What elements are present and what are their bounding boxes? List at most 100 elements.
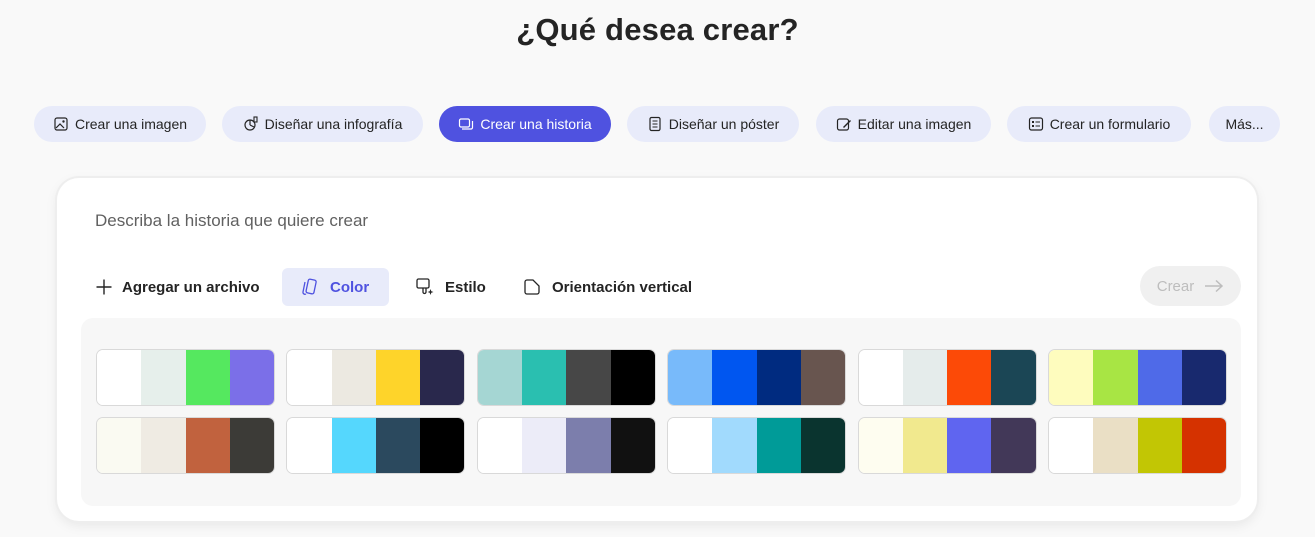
poster-icon xyxy=(647,116,663,132)
chip-editar-imagen[interactable]: Editar una imagen xyxy=(816,106,991,142)
style-label: Estilo xyxy=(445,278,486,296)
orientation-label: Orientación vertical xyxy=(552,278,693,296)
color-palette-swatch[interactable] xyxy=(858,350,1036,405)
palette-color xyxy=(1093,418,1138,473)
form-icon xyxy=(1028,116,1044,132)
chip-disenar-poster[interactable]: Diseñar un póster xyxy=(627,106,799,142)
chip-label: Crear un formulario xyxy=(1049,116,1171,132)
prompt-input[interactable]: Describa la historia que quiere crear xyxy=(95,211,368,231)
palette-color xyxy=(712,350,757,405)
palette-color xyxy=(858,418,903,473)
palette-color xyxy=(610,350,655,405)
palette-color xyxy=(991,418,1036,473)
palette-color xyxy=(331,418,376,473)
palette-color xyxy=(1049,418,1094,473)
palette-color xyxy=(610,418,655,473)
color-palette-grid xyxy=(81,318,1241,506)
plus-icon xyxy=(95,278,113,296)
palette-color xyxy=(477,350,523,405)
palette-color xyxy=(712,418,757,473)
chip-crear-formulario[interactable]: Crear un formulario xyxy=(1007,106,1191,142)
color-palette-swatch[interactable] xyxy=(477,418,655,473)
palette-color xyxy=(858,350,903,405)
palette-color xyxy=(522,418,567,473)
chip-crear-imagen[interactable]: Crear una imagen xyxy=(34,106,206,142)
style-icon xyxy=(415,277,435,297)
create-button[interactable]: Crear xyxy=(1140,266,1241,306)
color-label: Color xyxy=(330,278,370,296)
palette-color xyxy=(1181,350,1226,405)
palette-color xyxy=(420,350,465,405)
color-palette-swatch[interactable] xyxy=(287,418,465,473)
palette-color xyxy=(185,350,230,405)
color-palette-swatch[interactable] xyxy=(1049,350,1226,405)
color-palette-swatch[interactable] xyxy=(858,418,1036,473)
palette-color xyxy=(756,418,801,473)
add-file-button[interactable]: Agregar un archivo xyxy=(95,268,260,306)
palette-icon xyxy=(300,277,320,297)
style-button[interactable]: Estilo xyxy=(415,268,486,306)
palette-color xyxy=(229,350,274,405)
palette-color xyxy=(287,350,332,405)
color-palette-swatch[interactable] xyxy=(97,350,274,405)
palette-color xyxy=(141,418,186,473)
palette-color xyxy=(287,418,332,473)
palette-color xyxy=(1137,350,1182,405)
palette-color xyxy=(947,350,992,405)
palette-color xyxy=(668,418,713,473)
orientation-button[interactable]: Orientación vertical xyxy=(522,268,692,306)
palette-color xyxy=(97,418,142,473)
palette-color xyxy=(375,350,421,405)
color-button[interactable]: Color xyxy=(282,268,389,306)
palette-color xyxy=(331,350,376,405)
page-title: ¿Qué desea crear? xyxy=(516,12,799,47)
palette-color xyxy=(668,350,713,405)
story-icon xyxy=(458,116,474,132)
palette-color xyxy=(420,418,465,473)
palette-color xyxy=(902,350,948,405)
prompt-card: Describa la historia que quiere crear Ag… xyxy=(57,178,1257,521)
palette-color xyxy=(229,418,274,473)
page: ¿Qué desea crear? Crear una imagen Diseñ… xyxy=(0,0,1315,537)
palette-color xyxy=(185,418,230,473)
palette-color xyxy=(141,350,186,405)
image-icon xyxy=(53,116,69,132)
create-label: Crear xyxy=(1156,277,1195,295)
chip-label: Editar una imagen xyxy=(857,116,972,132)
palette-color xyxy=(375,418,421,473)
palette-color xyxy=(97,350,142,405)
chip-label: Diseñar una infografía xyxy=(264,116,403,132)
palette-color xyxy=(1181,418,1226,473)
palette-color xyxy=(522,350,567,405)
palette-color xyxy=(800,418,846,473)
palette-color xyxy=(800,350,846,405)
color-palette-swatch[interactable] xyxy=(668,350,846,405)
arrow-right-icon xyxy=(1204,279,1224,293)
palette-color xyxy=(566,350,611,405)
color-palette-swatch[interactable] xyxy=(97,418,274,473)
palette-color xyxy=(477,418,523,473)
palette-color xyxy=(1137,418,1182,473)
color-palette-swatch[interactable] xyxy=(668,418,846,473)
palette-color xyxy=(947,418,992,473)
add-file-label: Agregar un archivo xyxy=(122,278,260,296)
palette-color xyxy=(1093,350,1138,405)
orientation-icon xyxy=(522,277,542,297)
palette-color xyxy=(756,350,801,405)
palette-color xyxy=(991,350,1036,405)
palette-color xyxy=(902,418,948,473)
palette-color xyxy=(566,418,611,473)
color-palette-swatch[interactable] xyxy=(477,350,655,405)
color-palette-swatch[interactable] xyxy=(287,350,465,405)
palette-color xyxy=(1049,350,1094,405)
chip-label: Crear una imagen xyxy=(74,116,188,132)
color-palette-swatch[interactable] xyxy=(1049,418,1226,473)
chip-label: Más... xyxy=(1225,116,1264,132)
chip-disenar-infografia[interactable]: Diseñar una infografía xyxy=(222,106,423,142)
edit-image-icon xyxy=(836,116,852,132)
chip-label: Crear una historia xyxy=(480,116,592,132)
chip-label: Diseñar un póster xyxy=(668,116,780,132)
infographic-icon xyxy=(243,116,259,132)
chip-crear-historia[interactable]: Crear una historia xyxy=(439,106,611,142)
chip-mas[interactable]: Más... xyxy=(1209,106,1280,142)
